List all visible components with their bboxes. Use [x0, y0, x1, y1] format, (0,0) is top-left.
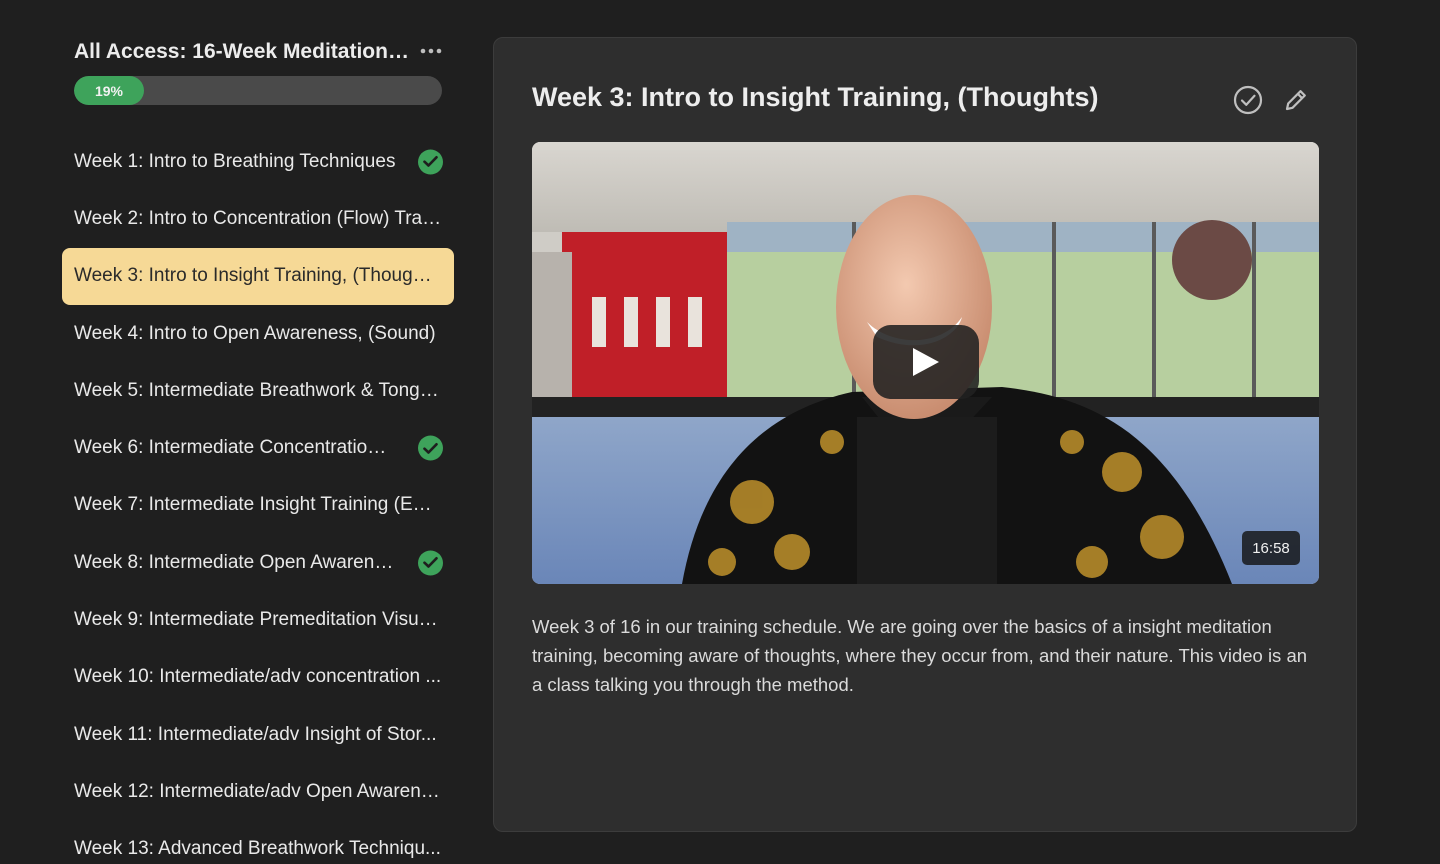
video-duration: 16:58 — [1242, 531, 1300, 565]
lesson-item[interactable]: Week 9: Intermediate Premeditation Visua… — [62, 591, 454, 648]
lesson-item[interactable]: Week 11: Intermediate/adv Insight of Sto… — [62, 706, 454, 763]
completed-check-icon — [418, 435, 443, 461]
lesson-item[interactable]: Week 6: Intermediate Concentration ... — [62, 419, 454, 476]
lesson-item[interactable]: Week 4: Intro to Open Awareness, (Sound) — [62, 305, 454, 362]
mark-complete-button[interactable] — [1231, 83, 1265, 117]
play-button[interactable] — [873, 325, 979, 399]
play-icon — [913, 348, 939, 376]
completed-check-icon — [418, 149, 443, 175]
lesson-label: Week 2: Intro to Concentration (Flow) Tr… — [74, 207, 442, 229]
lesson-label: Week 5: Intermediate Breathwork & Tongle… — [74, 379, 442, 401]
lesson-label: Week 3: Intro to Insight Training, (Thou… — [74, 265, 442, 287]
lesson-label: Week 8: Intermediate Open Awarene... — [74, 551, 396, 573]
lesson-panel: Week 3: Intro to Insight Training, (Thou… — [493, 37, 1357, 832]
pencil-icon — [1285, 90, 1306, 111]
lesson-description: Week 3 of 16 in our training schedule. W… — [532, 616, 1308, 695]
check-circle-icon — [1233, 85, 1263, 115]
more-horizontal-icon — [420, 48, 442, 54]
lesson-item[interactable]: Week 5: Intermediate Breathwork & Tongle… — [62, 362, 454, 419]
course-title: All Access: 16-Week Meditation ... — [74, 40, 409, 63]
progress-fill: 19% — [74, 76, 144, 105]
app: All Access: 16-Week Meditation ... 19% W… — [0, 0, 1440, 864]
edit-button[interactable] — [1279, 83, 1313, 117]
lesson-item[interactable]: Week 8: Intermediate Open Awarene... — [62, 534, 454, 591]
lesson-list: Week 1: Intro to Breathing Techniques Wee… — [62, 133, 454, 864]
lesson-title: Week 3: Intro to Insight Training, (Thou… — [532, 82, 1099, 112]
lesson-label: Week 11: Intermediate/adv Insight of Sto… — [74, 723, 437, 745]
course-progress-bar: 19% — [74, 76, 442, 105]
lesson-item[interactable]: Week 1: Intro to Breathing Techniques — [62, 133, 454, 190]
lesson-label: Week 6: Intermediate Concentration ... — [74, 437, 396, 459]
completed-check-icon — [418, 550, 443, 576]
more-options-button[interactable] — [418, 36, 444, 66]
lesson-label: Week 13: Advanced Breathwork Techniqu... — [74, 838, 441, 860]
lesson-label: Week 10: Intermediate/adv concentration … — [74, 666, 442, 688]
lesson-label: Week 7: Intermediate Insight Training (E… — [74, 494, 442, 516]
lesson-label: Week 1: Intro to Breathing Techniques — [74, 150, 396, 172]
progress-label: 19% — [94, 82, 123, 99]
lesson-label: Week 9: Intermediate Premeditation Visua… — [74, 609, 442, 631]
video-player[interactable]: 16:58 — [532, 142, 1319, 584]
lesson-item[interactable]: Week 12: Intermediate/adv Open Awarene..… — [62, 763, 454, 820]
lesson-item[interactable]: Week 2: Intro to Concentration (Flow) Tr… — [62, 190, 454, 247]
lesson-label: Week 12: Intermediate/adv Open Awarene..… — [74, 780, 442, 802]
sidebar: All Access: 16-Week Meditation ... 19% W… — [62, 0, 454, 864]
course-header: All Access: 16-Week Meditation ... — [74, 36, 444, 70]
lesson-label: Week 4: Intro to Open Awareness, (Sound) — [74, 322, 436, 344]
lesson-item[interactable]: Week 13: Advanced Breathwork Techniqu... — [62, 821, 454, 864]
lesson-item[interactable]: Week 10: Intermediate/adv concentration … — [62, 649, 454, 706]
lesson-item[interactable]: Week 3: Intro to Insight Training, (Thou… — [62, 247, 454, 305]
lesson-item[interactable]: Week 7: Intermediate Insight Training (E… — [62, 477, 454, 534]
